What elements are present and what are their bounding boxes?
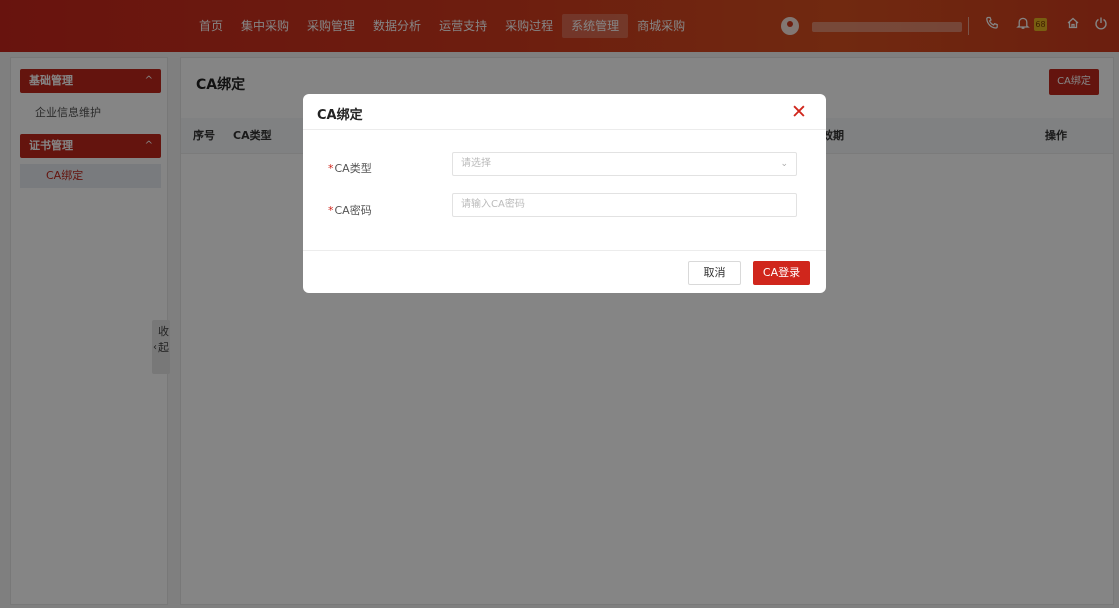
cancel-button[interactable]: 取消 [688, 261, 741, 285]
close-icon[interactable]: ✕ [790, 103, 808, 122]
ca-type-label-text: CA类型 [334, 162, 372, 175]
chevron-down-icon: ⌄ [780, 159, 788, 169]
ca-password-placeholder: 请输入CA密码 [461, 199, 525, 210]
dialog-header: CA绑定 ✕ [303, 94, 826, 130]
modal-overlay[interactable] [0, 0, 1119, 608]
ca-type-placeholder: 请选择 [461, 158, 491, 169]
dialog-title: CA绑定 [317, 108, 363, 123]
required-marker: * [328, 204, 334, 217]
ca-type-label: *CA类型 [328, 160, 372, 176]
ca-login-button[interactable]: CA登录 [753, 261, 810, 285]
ca-password-input[interactable]: 请输入CA密码 [452, 193, 797, 217]
ca-type-select[interactable]: 请选择 ⌄ [452, 152, 797, 176]
ca-password-label: *CA密码 [328, 202, 372, 218]
required-marker: * [328, 162, 334, 175]
dialog-footer-divider [303, 250, 826, 251]
ca-binding-dialog: CA绑定 ✕ *CA类型 请选择 ⌄ *CA密码 请输入CA密码 取消 CA登录 [303, 94, 826, 293]
ca-password-label-text: CA密码 [334, 204, 372, 217]
